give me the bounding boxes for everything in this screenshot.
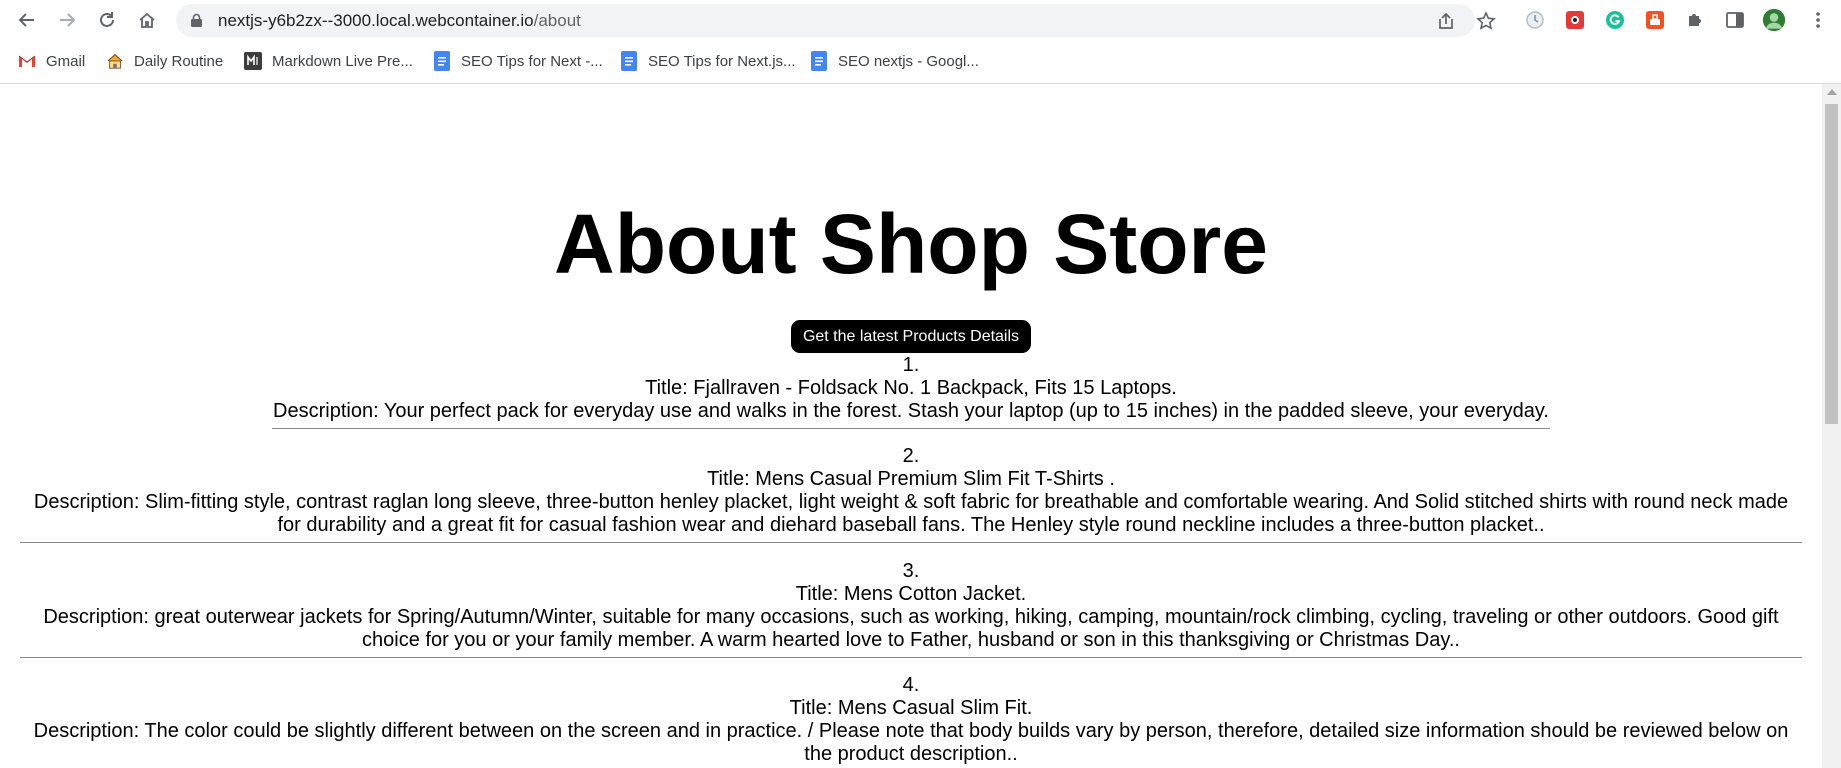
home-button[interactable] [135,8,159,32]
reload-button[interactable] [95,8,119,32]
house-icon [106,52,124,70]
product-number: 4. [902,674,920,696]
get-products-button[interactable]: Get the latest Products Details [791,320,1031,353]
side-panel-button[interactable] [1723,8,1747,32]
scrollbar-thumb[interactable] [1825,104,1838,424]
bookmark-label: Markdown Live Pre... [272,52,413,70]
product-description: Description: Slim-fitting style, contras… [33,491,1789,536]
bookmark-seo-tips-2[interactable]: SEO Tips for Next.js... [620,41,796,81]
product-number: 2. [902,445,920,467]
bookmarks-bar: Gmail Daily Routine Markdown Live Pre...… [0,41,1841,84]
clock-extension-icon [1526,11,1544,29]
bookmark-label: SEO Tips for Next.js... [648,52,796,70]
product-description: Description: Your perfect pack for every… [273,400,1549,422]
toolbox-extension-icon [1646,11,1664,29]
page-title: About Shop Store [554,197,1268,291]
bookmark-gmail[interactable]: Gmail [18,41,85,81]
back-button[interactable] [15,8,39,32]
docs-icon [620,51,638,71]
bookmark-daily-routine[interactable]: Daily Routine [106,41,223,81]
star-icon [1476,11,1496,30]
extension-button-2[interactable] [1563,8,1587,32]
url-host: nextjs-y6b2zx--3000.local.webcontainer.i… [218,11,534,30]
product-divider [20,657,1802,658]
home-icon [139,12,155,28]
more-vert-icon [1816,12,1820,28]
bookmark-markdown-live-preview[interactable]: Markdown Live Pre... [244,41,413,81]
product-title: Title: Mens Cotton Jacket. [795,583,1027,605]
grammarly-button[interactable] [1603,8,1627,32]
docs-icon [810,51,828,71]
arrow-right-icon [60,13,76,27]
docs-icon [433,51,451,71]
lock-icon [191,13,202,27]
arrow-left-icon [18,13,34,27]
bookmark-label: SEO Tips for Next -... [461,52,603,70]
gmail-icon [18,52,36,70]
page-scrollbar[interactable] [1822,84,1841,768]
reload-icon [100,12,114,27]
bookmark-label: Gmail [46,52,86,70]
bookmark-star-button[interactable] [1475,10,1497,32]
grammarly-icon [1606,11,1624,29]
product-item-2: 2. Title: Mens Casual Premium Slim Fit T… [20,445,1802,543]
product-item-1: 1. Title: Fjallraven - Foldsack No. 1 Ba… [272,354,1550,429]
product-divider [272,428,1550,429]
bookmark-seo-nextjs[interactable]: SEO nextjs - Googl... [810,41,979,81]
extension-button-1[interactable] [1523,8,1547,32]
share-button[interactable] [1435,10,1457,32]
url-path: /about [533,11,581,30]
product-item-4: 4. Title: Mens Casual Slim Fit. Descript… [20,674,1802,766]
scroll-up-arrow-icon[interactable] [1827,89,1837,95]
extensions-button[interactable] [1683,8,1707,32]
bookmark-seo-tips-1[interactable]: SEO Tips for Next -... [433,41,603,81]
product-title: Title: Fjallraven - Foldsack No. 1 Backp… [645,377,1177,399]
product-title: Title: Mens Casual Slim Fit. [789,697,1033,719]
product-number: 1. [902,354,920,376]
product-divider [20,542,1802,543]
bookmark-label: SEO nextjs - Googl... [838,52,979,70]
forward-button[interactable] [55,8,79,32]
colorpick-extension-icon [1566,11,1584,29]
bookmark-label: Daily Routine [134,52,224,70]
share-icon [1439,12,1453,29]
chrome-menu-button[interactable] [1806,8,1830,32]
side-panel-icon [1726,12,1744,28]
avatar [1762,8,1786,32]
product-description: Description: The color could be slightly… [33,720,1789,765]
address-bar[interactable]: nextjs-y6b2zx--3000.local.webcontainer.i… [176,4,1496,37]
markdown-icon [244,52,262,70]
extension-button-4[interactable] [1643,8,1667,32]
browser-toolbar: nextjs-y6b2zx--3000.local.webcontainer.i… [0,0,1841,41]
product-title: Title: Mens Casual Premium Slim Fit T-Sh… [707,468,1115,490]
product-number: 3. [902,560,920,582]
product-item-3: 3. Title: Mens Cotton Jacket. Descriptio… [20,560,1802,658]
puzzle-icon [1689,14,1701,26]
address-url: nextjs-y6b2zx--3000.local.webcontainer.i… [218,4,581,37]
profile-button[interactable] [1762,8,1786,32]
product-description: Description: great outerwear jackets for… [43,606,1779,651]
page-content: About Shop Store Get the latest Products… [0,84,1822,768]
